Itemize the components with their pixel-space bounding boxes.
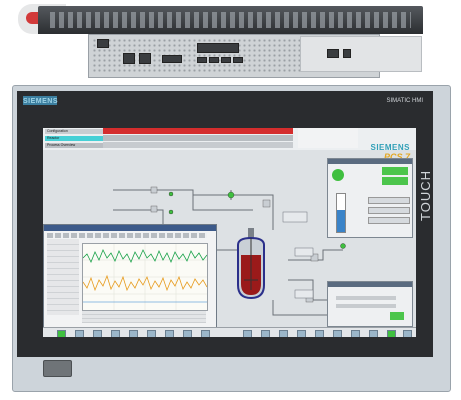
rear-power-module: [300, 36, 422, 72]
trend-plot-area: [82, 243, 208, 311]
reactor-motor: [248, 228, 254, 238]
heating-valve-block: [294, 247, 314, 257]
toolbar-button-15[interactable]: [333, 330, 342, 337]
trend-legend-table: [47, 239, 79, 315]
nav-button-process-overview[interactable]: Process Overview: [45, 143, 103, 148]
faceplate-field-1[interactable]: [368, 197, 410, 204]
panel-pc-rear-view: [0, 0, 461, 80]
reactor-vessel: [237, 228, 265, 300]
hmi-screen[interactable]: Configuration Reactor Process Overview S…: [43, 128, 416, 337]
trend-curves: [82, 244, 208, 310]
faceplate-field-2[interactable]: [368, 207, 410, 214]
instrument-green-3: [168, 209, 174, 215]
port-usb-1: [197, 57, 207, 63]
faceplate-field-3[interactable]: [368, 217, 410, 224]
usb-cover-button[interactable]: [43, 360, 72, 377]
trend-toolbar[interactable]: [47, 233, 207, 238]
port-expansion-slot: [197, 43, 239, 53]
toolbar-button-19[interactable]: [403, 330, 412, 337]
product-label: SIMATIC HMI: [386, 98, 423, 104]
faceplate-bar-fill: [337, 210, 345, 232]
port-24v-supply: [327, 49, 339, 58]
toolbar-button-9[interactable]: [201, 330, 210, 337]
trend-window[interactable]: [43, 224, 217, 329]
valve-1: [150, 186, 158, 194]
rear-vent-grille: [50, 12, 411, 28]
feed-block: [282, 211, 308, 223]
port-ground: [343, 49, 351, 58]
toolbar-button-8[interactable]: [183, 330, 192, 337]
motor-faceplate-row-2: [336, 304, 396, 308]
toolbar-button-11[interactable]: [261, 330, 270, 337]
hmi-toolbar: [43, 327, 416, 337]
trend-window-titlebar[interactable]: [44, 225, 216, 231]
toolbar-button-17[interactable]: [369, 330, 378, 337]
toolbar-button-18[interactable]: [387, 330, 396, 337]
motor-faceplate-header: [328, 282, 412, 287]
port-usb-2: [209, 57, 219, 63]
port-ethernet-1: [123, 53, 135, 64]
motor-faceplate-row-1: [336, 296, 396, 300]
status-panel: [298, 128, 358, 148]
port-usb-4: [233, 57, 243, 63]
touch-label: TOUCH: [418, 170, 433, 221]
motor-faceplate-state: [390, 312, 404, 320]
rear-housing: [38, 6, 423, 34]
cooling-valve-block: [294, 289, 314, 299]
nav-button-reactor[interactable]: Reactor: [45, 136, 103, 141]
motor-faceplate[interactable]: [327, 281, 413, 327]
alarm-line-2[interactable]: [103, 135, 293, 141]
controller-faceplate[interactable]: [327, 158, 413, 238]
faceplate-status-icon: [332, 169, 344, 181]
trend-value-table: [82, 311, 206, 323]
toolbar-button-4[interactable]: [111, 330, 120, 337]
faceplate-bar-frame: [336, 193, 346, 233]
toolbar-button-2[interactable]: [75, 330, 84, 337]
toolbar-button-13[interactable]: [297, 330, 306, 337]
port-dvi: [162, 55, 182, 63]
port-ethernet-2: [139, 53, 151, 64]
instrument-green-2: [168, 191, 174, 197]
toolbar-button-10[interactable]: [243, 330, 252, 337]
alarm-line-3[interactable]: [103, 142, 293, 148]
toolbar-button-1[interactable]: [57, 330, 66, 337]
toolbar-button-14[interactable]: [315, 330, 324, 337]
faceplate-value-pv: [382, 167, 408, 175]
valve-2: [150, 205, 158, 213]
toolbar-button-5[interactable]: [129, 330, 138, 337]
alarm-line-active[interactable]: [103, 128, 293, 134]
port-usb-3: [221, 57, 231, 63]
faceplate-header: [328, 159, 412, 164]
instrument-green-6: [340, 243, 346, 249]
valve-7: [262, 199, 271, 208]
toolbar-button-6[interactable]: [147, 330, 156, 337]
faceplate-value-sp: [382, 177, 408, 185]
toolbar-button-7[interactable]: [165, 330, 174, 337]
toolbar-button-3[interactable]: [93, 330, 102, 337]
toolbar-button-12[interactable]: [279, 330, 288, 337]
nav-button-configuration[interactable]: Configuration: [45, 129, 103, 134]
instrument-green-1: [227, 191, 235, 199]
toolbar-button-16[interactable]: [351, 330, 360, 337]
port-power: [97, 39, 109, 48]
brand-label: SIEMENS: [23, 98, 59, 105]
